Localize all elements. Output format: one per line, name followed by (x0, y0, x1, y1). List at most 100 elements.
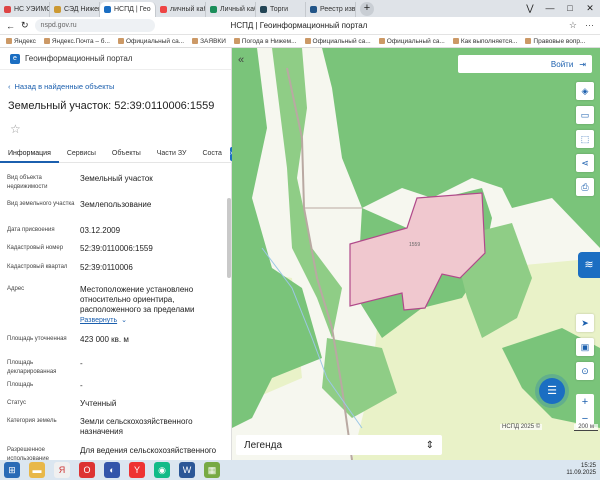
bookmark-icon (452, 38, 459, 44)
tab-label: НСПД | Гео (114, 6, 151, 13)
basemap-icon[interactable]: ▭ (576, 106, 594, 124)
map-toolbar-lower: ➤ ▣ ⊙ (576, 314, 594, 380)
select-area-icon[interactable]: ⬚ (576, 130, 594, 148)
attribute-row: Дата присвоения 03.12.2009 (0, 226, 226, 244)
geolocation-icon[interactable]: ➤ (576, 314, 594, 332)
tab-search-button[interactable]: ⋁ (520, 0, 540, 17)
attribute-row: Адрес Местоположение установлено относите… (0, 285, 226, 335)
tab-objects[interactable]: Объекты (104, 145, 149, 163)
bookmark-item[interactable]: Как выполняется... (452, 38, 517, 45)
bookmark-item[interactable]: Официальный са... (304, 37, 371, 45)
favorite-star-icon[interactable]: ☆ (10, 122, 21, 136)
minimize-button[interactable]: — (540, 0, 560, 17)
opera-icon[interactable]: O (79, 462, 95, 478)
bookmark-item[interactable]: Официальный са... (378, 38, 445, 45)
browser-tab[interactable]: СЭД Нижего (50, 2, 100, 17)
browser-tab[interactable]: НСПД | Гео (100, 2, 156, 17)
attribute-value: - (80, 381, 83, 390)
attribute-value: 03.12.2009 (80, 226, 121, 235)
bookmark-label: Погода в Нижем... (241, 37, 297, 45)
object-title: Земельный участок: 52:39:0110006:1559 (8, 100, 215, 112)
folder-icon[interactable]: ▬ (29, 462, 45, 478)
expand-link[interactable]: Развернуть ⌄ (80, 316, 127, 326)
legend-label: Легенда (244, 439, 283, 451)
tab-services[interactable]: Сервисы (59, 145, 104, 163)
attribute-key: Площадь декларированная (7, 360, 57, 375)
list-menu-icon[interactable]: ☰ (539, 378, 565, 404)
chrome-icon[interactable]: ◉ (154, 462, 170, 478)
maximize-button[interactable]: □ (560, 0, 580, 17)
zoom-in-button[interactable]: + (576, 394, 594, 411)
attribute-value: Для ведения сельскохозяйственного (80, 446, 217, 455)
new-tab-button[interactable]: + (360, 2, 374, 16)
panel-scrollbar[interactable] (227, 198, 231, 278)
yandex-browser-icon[interactable]: Y (129, 462, 145, 478)
tab-label: Личный кабин (220, 6, 255, 13)
tab-parts[interactable]: Части ЗУ (149, 145, 195, 163)
browser-tab[interactable]: Личный кабин (206, 2, 256, 17)
attribute-row: Вид объекта недвижимости Земельный участо… (0, 174, 226, 200)
attribute-row: Кадастровый квартал 52:39:0110006 (0, 263, 226, 285)
scale-bar: 200 м (574, 424, 598, 431)
attribution: НСПД 2025 © (500, 424, 543, 430)
close-window-button[interactable]: ✕ (580, 0, 600, 17)
attribute-row: Площадь декларированная - (0, 359, 226, 381)
bookmark-label: ЗАЯВКИ (200, 37, 226, 45)
tab-label: СЭД Нижего (64, 6, 99, 13)
attribute-row: Площадь уточненная 423 000 кв. м (0, 335, 226, 359)
back-link-label: Назад в найденные объекты (14, 82, 115, 91)
layers-icon[interactable]: ◈ (576, 82, 594, 100)
parcel-label: 1559 (409, 242, 421, 248)
attribute-row: Вид земельного участка Землепользование (0, 200, 226, 226)
back-link[interactable]: ‹ Назад в найденные объекты (8, 82, 114, 91)
attribute-row: Площадь - (0, 381, 226, 399)
app-icon[interactable]: ◐ (104, 462, 120, 478)
back-arrow-icon[interactable]: ← (6, 21, 15, 31)
word-icon[interactable]: W (179, 462, 195, 478)
url-field[interactable]: nspd.gov.ru (34, 19, 155, 32)
photo-icon[interactable]: ▦ (204, 462, 220, 478)
bookmark-icon (43, 38, 50, 44)
tab-label: Реестр извеще (320, 6, 356, 13)
bookmark-item[interactable]: Яндекс (6, 38, 36, 45)
bookmark-item[interactable]: ЗАЯВКИ (192, 38, 226, 45)
screen-icon[interactable]: ▣ (576, 338, 594, 356)
browser-tab[interactable]: Торги (256, 2, 306, 17)
start-icon[interactable]: ⊞ (4, 462, 20, 478)
bookmark-item[interactable]: Официальный са... (117, 38, 184, 45)
collapse-panel-icon[interactable]: « (238, 54, 244, 66)
bookmark-label: Официальный са... (312, 37, 371, 45)
attribute-value: Земли сельскохозяйственного назначения (80, 417, 193, 436)
reload-icon[interactable]: ↻ (21, 20, 29, 31)
address-bar: ← ↻ nspd.gov.ru НСПД | Геоинформационный… (0, 17, 600, 35)
bookmark-item[interactable]: Погода в Нижем... (233, 37, 297, 45)
tab-composition[interactable]: Соста (194, 145, 229, 163)
bookmark-star-icon[interactable]: ☆ (569, 20, 577, 31)
tab-info[interactable]: Информация (0, 145, 59, 163)
share-icon[interactable]: ⋖ (576, 154, 594, 172)
search-location-icon[interactable]: ⊙ (576, 362, 594, 380)
attribute-row: Категория земель Земли сельскохозяйственн… (0, 417, 226, 446)
tab-label: Торги (270, 6, 288, 13)
bookmark-item[interactable]: Правовые вопр... (525, 38, 585, 45)
bookmark-item[interactable]: Яндекс.Почта – б... (43, 37, 110, 45)
bookmark-label: Яндекс.Почта – б... (51, 37, 110, 45)
yandex-icon[interactable]: Я (54, 462, 70, 478)
attribute-value: - (80, 359, 83, 368)
tab-favicon-icon (54, 6, 61, 13)
browser-tab[interactable]: личный кабин (156, 2, 206, 17)
legend-bar[interactable]: Легенда ⇕ (236, 435, 442, 455)
side-panel-toggle-icon[interactable]: ≋ (578, 252, 600, 278)
attribute-value: 423 000 кв. м (80, 335, 129, 344)
print-icon[interactable]: ⎙ (576, 178, 594, 196)
attribute-value: Учтенный (80, 399, 117, 408)
attribute-value: Местоположение установлено относительно … (80, 285, 195, 314)
map-view[interactable]: 1559 « Войти ⇥ ◈ ▭ ⬚ ⋖ ⎙ ≋ ➤ ▣ ⊙ ☰ + − Ле… (232, 48, 600, 460)
browser-tab[interactable]: НС УЭИМО (0, 2, 50, 17)
login-button[interactable]: Войти ⇥ (458, 55, 592, 73)
bookmark-icon (6, 38, 12, 44)
attribute-key: Вид земельного участка (7, 201, 75, 207)
bookmark-icon (117, 38, 124, 44)
browser-tab[interactable]: Реестр извеще (306, 2, 356, 17)
menu-icon[interactable]: ⋯ (585, 20, 594, 31)
